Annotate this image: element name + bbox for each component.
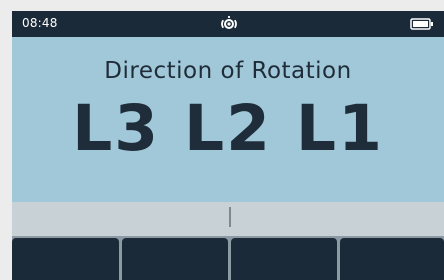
softkey-2-button[interactable] xyxy=(122,238,228,280)
softkey-label-bar xyxy=(12,202,444,236)
phase-sequence-readout: L3 L2 L1 xyxy=(72,92,384,165)
softkey-4-button[interactable] xyxy=(340,238,444,280)
softkey-1-button[interactable] xyxy=(12,238,119,280)
status-time: 08:48 xyxy=(22,16,58,30)
softkey-row xyxy=(12,236,444,280)
page-title: Direction of Rotation xyxy=(104,58,352,84)
rotation-indicator-icon xyxy=(221,16,237,29)
status-bar: 08:48 xyxy=(12,11,444,37)
battery-icon xyxy=(410,18,433,30)
device-frame: 08:48 Direction of Rotation L3 L2 L1 xyxy=(12,11,444,280)
softkey-label-divider xyxy=(229,207,231,227)
softkey-3-button[interactable] xyxy=(231,238,337,280)
display-panel: Direction of Rotation L3 L2 L1 xyxy=(12,37,444,202)
